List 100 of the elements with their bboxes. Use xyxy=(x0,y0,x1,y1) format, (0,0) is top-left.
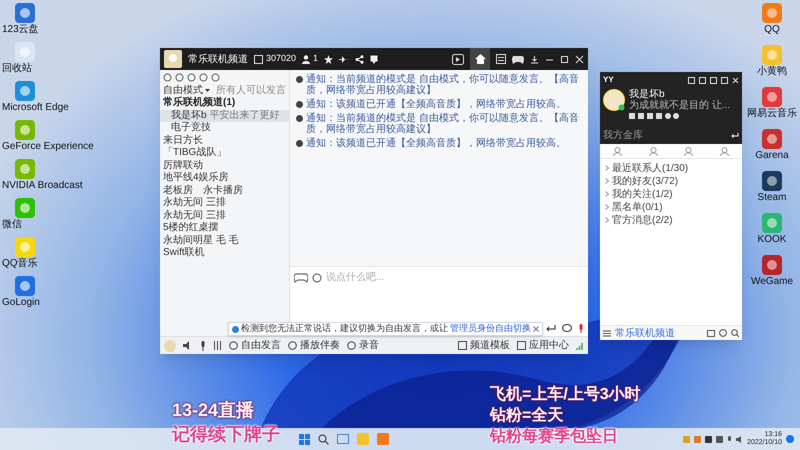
desktop-icon-label[interactable]: QQ xyxy=(764,24,780,35)
contact-group[interactable]: 我的好友(3/72) xyxy=(605,175,737,187)
status-badges-icon xyxy=(629,113,679,119)
desktop-icon-label[interactable]: GeForce Experience xyxy=(2,141,94,152)
channel-title: 常乐联机频道 xyxy=(188,52,248,66)
tree-item[interactable]: 老板房 永卡播房 xyxy=(160,184,289,197)
tree-item[interactable]: Swift联机 xyxy=(160,247,289,260)
desktop-icon-label[interactable]: QQ音乐 xyxy=(2,258,38,269)
tree-item[interactable]: 我是坏b 平安出来了更好 xyxy=(160,110,289,122)
chevron-icon xyxy=(605,178,609,184)
info-icon xyxy=(232,326,239,332)
signature: 为成就就不是目的 让... xyxy=(629,100,730,111)
desktop-icon-label[interactable]: Garena xyxy=(755,150,789,161)
info-icon xyxy=(296,140,303,147)
contact-group[interactable]: 黑名单(0/1) xyxy=(605,201,737,213)
notice-message: 通知：当前频道的模式是 自由模式，你可以随意发言。【高音质，网络带宽占用较高建议】 xyxy=(306,113,580,135)
microphone-icon[interactable] xyxy=(726,436,732,442)
contact-group[interactable]: 官方消息(2/2) xyxy=(605,214,737,226)
gallery-icon[interactable] xyxy=(337,434,350,444)
desktop-icon-label[interactable]: 网易云音乐 xyxy=(747,108,797,119)
emoji-icon[interactable] xyxy=(312,272,322,282)
contact-group[interactable]: 我的关注(1/2) xyxy=(605,188,737,200)
notice-message: 通知：该频道已开通【全频高音质】，网络带宽占用较高。 xyxy=(306,99,566,110)
toolbar-button[interactable]: 录音 xyxy=(347,338,379,353)
notice-message: 通知：当前频道的模式是 自由模式，你可以随意发言。【高音质，网络带宽占用较高建议】 xyxy=(306,74,580,96)
avatar xyxy=(164,50,182,68)
toolbar-button[interactable]: 应用中心 xyxy=(517,338,569,353)
tree-item[interactable]: 电子竞技 xyxy=(160,122,289,134)
overlay-text: 记得续下牌子 xyxy=(172,423,280,446)
desktop-icon-label[interactable]: 小黄鸭 xyxy=(757,66,787,77)
tree-item[interactable]: 「TIBG战队」 xyxy=(160,147,289,160)
tooltip-text: 检测到您无法正常说话，建议切换为自由发言，或让 xyxy=(241,322,448,336)
channel-id-icon xyxy=(254,54,263,64)
overlay-text: 钻粉=全天 xyxy=(490,406,564,426)
app-icon[interactable] xyxy=(14,275,36,297)
video-icon[interactable] xyxy=(707,330,715,336)
chevron-icon xyxy=(605,165,609,171)
microphone-icon[interactable] xyxy=(578,324,584,333)
enter-icon[interactable] xyxy=(546,324,556,332)
app-title: YY xyxy=(603,74,614,86)
maximize-icon[interactable] xyxy=(560,54,569,64)
overlay-text: 钻粉每赛季包坠日 xyxy=(490,426,619,447)
tree-item[interactable]: 永劫间明星 毛 毛 xyxy=(160,234,289,247)
tree-item[interactable]: 地平线4娱乐房 xyxy=(160,172,289,184)
gamepad-icon[interactable] xyxy=(294,272,308,282)
app-icon[interactable] xyxy=(761,170,783,192)
microphone-icon[interactable] xyxy=(200,340,206,350)
desktop-icon-label[interactable]: 123云盘 xyxy=(2,24,39,35)
tree-item[interactable]: 永劫无间 三排 xyxy=(160,210,289,222)
chevron-icon xyxy=(605,204,609,210)
tree-item[interactable]: 常乐联机频道(1) xyxy=(160,97,289,110)
menu-icon[interactable] xyxy=(603,330,611,336)
speaker-icon[interactable] xyxy=(736,436,743,442)
overlay-text: 飞机=上车/上号3小时 xyxy=(490,384,641,405)
mode-dropdown[interactable]: 自由模式 xyxy=(163,83,210,98)
avatar xyxy=(603,89,625,111)
chat-bubble-icon[interactable] xyxy=(562,324,572,333)
share-icon[interactable] xyxy=(355,54,364,64)
search-hint: 我方金库 xyxy=(603,128,643,143)
overlay-text: 13-24直播 xyxy=(172,399,256,422)
chevron-icon xyxy=(605,217,609,223)
caret-icon xyxy=(205,89,210,92)
desktop-icon-label[interactable]: Steam xyxy=(758,192,786,203)
windows-start-icon[interactable] xyxy=(299,434,310,444)
channel-id: 307020 xyxy=(266,52,296,66)
app-icon[interactable] xyxy=(761,254,783,276)
desktop-icon-label[interactable]: 微信 xyxy=(2,219,22,230)
desktop-icon-label[interactable]: KOOK xyxy=(758,234,786,245)
app-icon[interactable] xyxy=(760,128,783,150)
app-icon[interactable] xyxy=(761,86,783,108)
tooltip-link[interactable]: 管理员身份自由切换 xyxy=(450,322,531,336)
list-icon[interactable] xyxy=(496,54,506,64)
notification-icon[interactable] xyxy=(786,435,794,443)
gamepad-icon[interactable] xyxy=(512,54,524,64)
contact-group[interactable]: 最近联系人(1/30) xyxy=(605,162,737,174)
tree-item[interactable]: 5楼的红桌摆 xyxy=(160,222,289,234)
toolbar-button[interactable]: 自由发言 xyxy=(229,338,281,353)
speak-rule: 所有人可以发言 xyxy=(216,84,286,96)
desktop-icon-label[interactable]: 回收站 xyxy=(2,63,32,74)
notice-message: 通知：该频道已开通【全频高音质】，网络带宽占用较高。 xyxy=(306,138,566,149)
person-icon[interactable] xyxy=(648,146,658,156)
app-icon[interactable] xyxy=(14,2,36,24)
online-count: 1 xyxy=(313,52,318,66)
tree-item[interactable]: 厉牌联动 xyxy=(160,160,289,172)
badge-icon[interactable] xyxy=(370,54,378,64)
username: 我是坏b xyxy=(629,89,665,100)
person-icon xyxy=(302,54,310,64)
toolbar-button[interactable]: 频道模板 xyxy=(458,338,510,353)
equalizer-icon[interactable] xyxy=(213,341,222,350)
person-icon[interactable] xyxy=(684,146,694,156)
desktop-icon-label[interactable]: NVIDIA Broadcast xyxy=(2,180,83,191)
message-input[interactable]: 说点什么吧... xyxy=(326,270,584,285)
desktop-icon-label[interactable]: Microsoft Edge xyxy=(2,102,69,113)
toolbar-button[interactable]: 播放伴奏 xyxy=(288,338,340,353)
tree-item[interactable]: 永劫无间 三排 xyxy=(160,197,289,210)
info-icon xyxy=(296,76,303,83)
star-icon[interactable] xyxy=(324,54,334,64)
desktop-icon-label[interactable]: WeGame xyxy=(750,276,794,287)
tree-item[interactable]: 来日方长 xyxy=(160,134,289,147)
desktop-icon-label[interactable]: GoLogin xyxy=(2,297,40,308)
